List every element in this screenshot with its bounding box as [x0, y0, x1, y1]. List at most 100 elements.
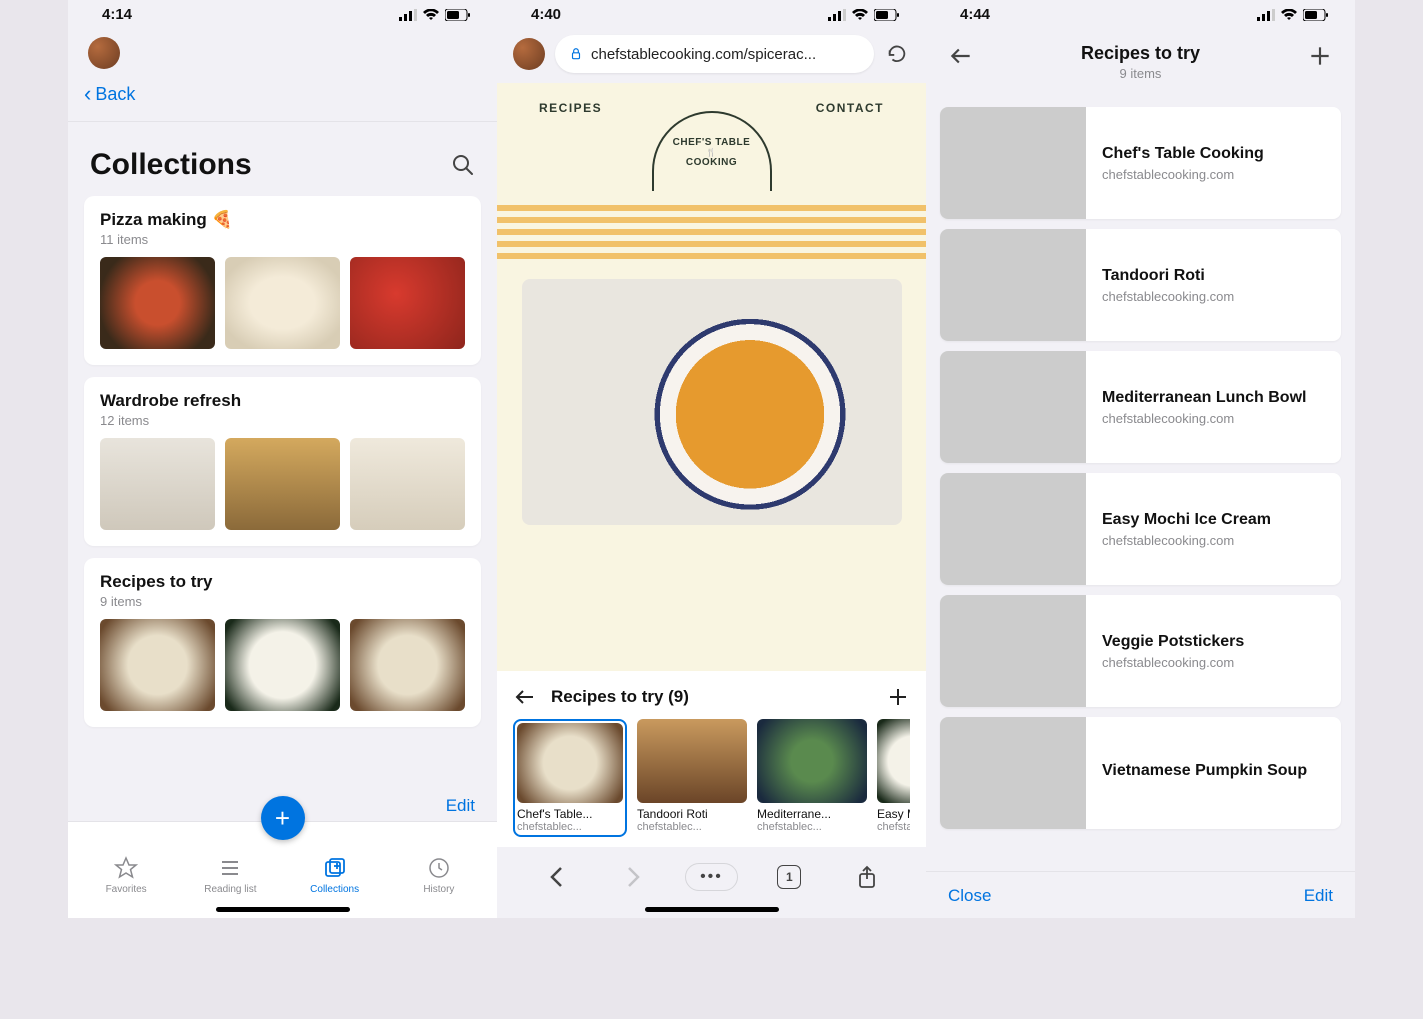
card-subtitle: 12 items [100, 413, 465, 428]
sheet-title: Recipes to try [1081, 43, 1200, 64]
web-nav-contact[interactable]: CONTACT [816, 101, 884, 115]
thumbnail [940, 595, 1086, 707]
item-title: Chef's Table... [517, 807, 623, 821]
search-icon[interactable] [451, 153, 475, 177]
item-title: Mediterrane... [757, 807, 867, 821]
list-item[interactable]: Veggie Potstickers chefstablecooking.com [940, 595, 1341, 707]
tab-favorites[interactable]: Favorites [74, 856, 178, 895]
profile-avatar[interactable] [88, 37, 120, 69]
status-icons [399, 9, 471, 21]
battery-icon [1303, 9, 1329, 21]
back-button[interactable]: ‹ Back [68, 77, 497, 122]
nav-back-button[interactable] [536, 857, 576, 897]
thumbnail [225, 619, 340, 711]
arrow-left-icon[interactable] [513, 685, 537, 709]
signal-icon [399, 9, 417, 21]
reload-icon [886, 43, 908, 65]
thumbnail [100, 257, 215, 349]
list-item[interactable]: Chef's Table Cooking chefstablecooking.c… [940, 107, 1341, 219]
list-item[interactable]: Vietnamese Pumpkin Soup [940, 717, 1341, 829]
thumbnail [940, 351, 1086, 463]
carousel-item[interactable]: Tandoori Roti chefstablec... [637, 719, 747, 837]
list-item[interactable]: Mediterranean Lunch Bowl chefstablecooki… [940, 351, 1341, 463]
row-title: Vietnamese Pumpkin Soup [1102, 762, 1307, 780]
edit-button[interactable]: Edit [446, 796, 475, 816]
chevron-right-icon [627, 866, 641, 888]
brand-top: CHEF'S TABLE [673, 137, 751, 148]
tab-collections[interactable]: Collections [283, 856, 387, 895]
drawer-carousel[interactable]: Chef's Table... chefstablec... Tandoori … [513, 719, 910, 847]
tabs-button[interactable]: 1 [769, 857, 809, 897]
webpage-content[interactable]: RECIPES CONTACT CHEF'S TABLE 🍴 COOKING [497, 83, 926, 671]
status-time: 4:44 [960, 6, 990, 23]
share-button[interactable] [847, 857, 887, 897]
thumbnail [940, 473, 1086, 585]
profile-avatar[interactable] [513, 38, 545, 70]
signal-icon [1257, 9, 1275, 21]
url-bar[interactable]: chefstablecooking.com/spicerac... [555, 35, 874, 73]
plus-icon[interactable] [1307, 43, 1333, 69]
sheet-header: Recipes to try 9 items [926, 27, 1355, 89]
status-icons [1257, 9, 1329, 21]
collection-card-pizza[interactable]: Pizza making 🍕 11 items [84, 196, 481, 365]
collections-icon [323, 856, 347, 880]
nav-forward-button[interactable] [614, 857, 654, 897]
card-title: Wardrobe refresh [100, 391, 465, 411]
screen-collections: 4:14 ‹ Back Collections Pizza making 🍕 1… [68, 0, 497, 918]
thumbnail [350, 257, 465, 349]
arrow-left-icon[interactable] [948, 43, 974, 69]
battery-icon [874, 9, 900, 21]
collection-card-wardrobe[interactable]: Wardrobe refresh 12 items [84, 377, 481, 546]
collection-card-recipes[interactable]: Recipes to try 9 items [84, 558, 481, 727]
share-icon [857, 865, 877, 889]
add-button[interactable]: + [261, 796, 305, 840]
list-item[interactable]: Tandoori Roti chefstablecooking.com [940, 229, 1341, 341]
tab-count: 1 [777, 865, 801, 889]
more-button[interactable]: ••• [691, 857, 731, 897]
item-sub: chefstablec... [637, 821, 747, 833]
web-nav-recipes[interactable]: RECIPES [539, 101, 602, 115]
edit-button[interactable]: Edit [1304, 886, 1333, 906]
carousel-item[interactable]: Mediterrane... chefstablec... [757, 719, 867, 837]
status-bar: 4:44 [926, 0, 1355, 27]
thumbnail [225, 438, 340, 530]
status-time: 4:14 [102, 6, 132, 23]
tab-history[interactable]: History [387, 856, 491, 895]
thumbnail [350, 619, 465, 711]
carousel-item[interactable]: Easy Moc chefstabl [877, 719, 910, 837]
card-thumbnails [100, 619, 465, 711]
thumbnail [877, 719, 910, 803]
more-icon: ••• [685, 863, 738, 891]
thumbnail [940, 717, 1086, 829]
close-button[interactable]: Close [948, 886, 991, 906]
tab-label: Reading list [204, 884, 256, 895]
list-item[interactable]: Easy Mochi Ice Cream chefstablecooking.c… [940, 473, 1341, 585]
home-indicator[interactable] [216, 907, 350, 912]
carousel-item-selected[interactable]: Chef's Table... chefstablec... [513, 719, 627, 837]
card-subtitle: 11 items [100, 232, 465, 247]
tab-reading-list[interactable]: Reading list [178, 856, 282, 895]
star-icon [114, 856, 138, 880]
item-title: Easy Moc [877, 807, 910, 821]
battery-icon [445, 9, 471, 21]
reload-button[interactable] [884, 41, 910, 67]
tab-label: History [423, 884, 454, 895]
web-logo: CHEF'S TABLE 🍴 COOKING [652, 111, 772, 191]
thumbnail [350, 438, 465, 530]
row-title: Easy Mochi Ice Cream [1102, 511, 1271, 529]
recipe-list[interactable]: Chef's Table Cooking chefstablecooking.c… [926, 89, 1355, 829]
row-subtitle: chefstablecooking.com [1102, 533, 1271, 548]
row-subtitle: chefstablecooking.com [1102, 167, 1264, 182]
signal-icon [828, 9, 846, 21]
plus-icon[interactable] [886, 685, 910, 709]
hero-image [522, 279, 902, 525]
chevron-left-icon: ‹ [84, 81, 91, 107]
back-label: Back [95, 84, 135, 105]
item-sub: chefstablec... [757, 821, 867, 833]
thumbnail [940, 229, 1086, 341]
home-indicator[interactable] [645, 907, 779, 912]
status-time: 4:40 [531, 6, 561, 23]
decorative-waves [497, 205, 926, 265]
bottom-toolbar: + Edit Favorites Reading list Collection… [68, 821, 497, 918]
status-bar: 4:40 [497, 0, 926, 27]
